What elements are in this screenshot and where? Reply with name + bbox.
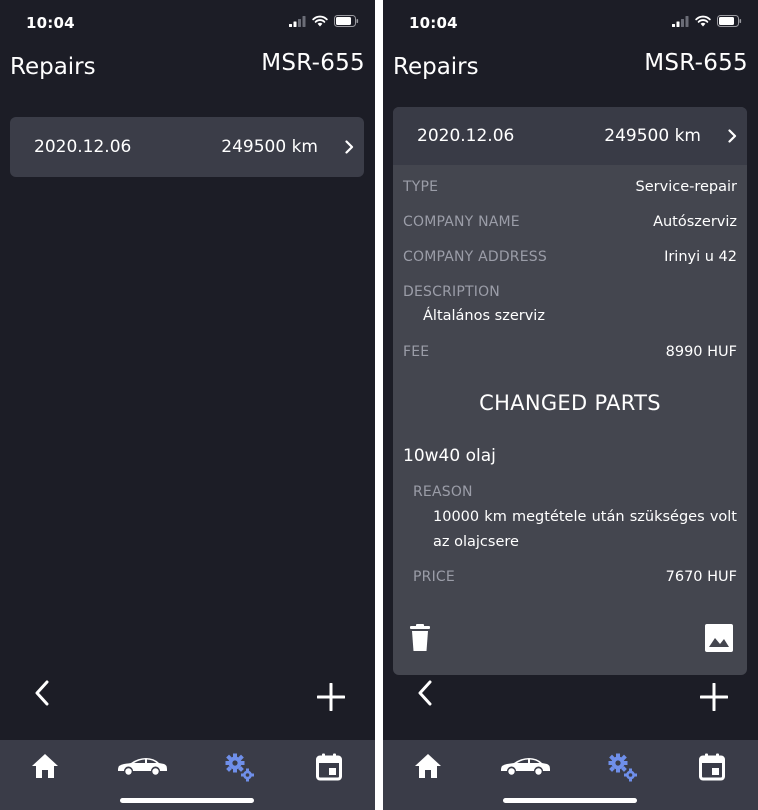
company-name-value: Autószerviz: [653, 214, 737, 230]
vehicle-plate: MSR-655: [644, 50, 748, 76]
reason-value: 10000 km megtétele után szükséges volt a…: [433, 509, 737, 550]
calendar-icon[interactable]: [316, 753, 342, 781]
company-name-label: COMPANY NAME: [403, 214, 520, 230]
price-value: 7670 HUF: [665, 569, 737, 585]
repair-detail-card: 2020.12.06 249500 km TYPE Service-repair…: [393, 107, 747, 675]
reason-label: REASON: [413, 484, 473, 500]
battery-icon: [334, 15, 359, 27]
description-value: Általános szerviz: [423, 308, 545, 324]
chevron-right-icon[interactable]: [345, 140, 354, 154]
company-address-label: COMPANY ADDRESS: [403, 249, 547, 265]
type-row: TYPE Service-repair: [403, 179, 737, 195]
status-bar: 10:04: [0, 0, 375, 44]
chevron-right-icon[interactable]: [728, 129, 737, 143]
fee-row: FEE 8990 HUF: [403, 344, 737, 360]
status-time: 10:04: [26, 14, 75, 32]
company-name-row: COMPANY NAME Autószerviz: [403, 214, 737, 230]
type-label: TYPE: [403, 179, 439, 195]
reason-row: REASON: [413, 484, 737, 500]
wifi-icon: [695, 15, 711, 27]
changed-parts-title: CHANGED PARTS: [479, 391, 661, 415]
gears-icon[interactable]: [607, 753, 639, 783]
status-time: 10:04: [409, 14, 458, 32]
home-icon[interactable]: [414, 753, 442, 779]
description-row: DESCRIPTION: [403, 284, 737, 300]
fee-label: FEE: [403, 344, 430, 360]
battery-icon: [717, 15, 742, 27]
repair-date: 2020.12.06: [34, 137, 132, 157]
repair-km: 249500 km: [221, 137, 318, 157]
gears-icon[interactable]: [224, 753, 256, 783]
car-icon[interactable]: [499, 756, 551, 776]
back-icon[interactable]: [417, 680, 433, 706]
screen-repairs-list: 10:04 Repairs MSR-655 2020.12.06 249500 …: [0, 0, 375, 810]
signal-icon: [672, 15, 689, 27]
part-name: 10w40 olaj: [403, 446, 496, 466]
price-label: PRICE: [413, 569, 455, 585]
image-icon[interactable]: [705, 624, 733, 652]
page-title: Repairs: [393, 54, 479, 80]
status-icons: [289, 15, 359, 27]
home-icon[interactable]: [31, 753, 59, 779]
home-indicator: [120, 798, 254, 803]
status-bar: 10:04: [383, 0, 758, 44]
fee-value: 8990 HUF: [665, 344, 737, 360]
repair-list-item[interactable]: 2020.12.06 249500 km: [10, 117, 364, 177]
status-icons: [672, 15, 742, 27]
repair-item-header[interactable]: 2020.12.06 249500 km: [393, 107, 747, 165]
car-icon[interactable]: [116, 756, 168, 776]
add-icon[interactable]: [700, 683, 728, 711]
add-icon[interactable]: [317, 683, 345, 711]
home-indicator: [503, 798, 637, 803]
repair-item-header[interactable]: 2020.12.06 249500 km: [10, 117, 364, 177]
description-label: DESCRIPTION: [403, 284, 500, 300]
page-title: Repairs: [10, 54, 96, 80]
signal-icon: [289, 15, 306, 27]
repair-date: 2020.12.06: [417, 126, 515, 146]
type-value: Service-repair: [635, 179, 737, 195]
company-address-row: COMPANY ADDRESS Irinyi u 42: [403, 249, 737, 265]
vehicle-plate: MSR-655: [261, 50, 365, 76]
company-address-value: Irinyi u 42: [664, 249, 737, 265]
calendar-icon[interactable]: [699, 753, 725, 781]
repair-km: 249500 km: [604, 126, 701, 146]
wifi-icon: [312, 15, 328, 27]
screen-repair-details: 10:04 Repairs MSR-655 2020.12.06 249500 …: [383, 0, 758, 810]
price-row: PRICE 7670 HUF: [413, 569, 737, 585]
trash-icon[interactable]: [410, 624, 430, 651]
back-icon[interactable]: [34, 680, 50, 706]
